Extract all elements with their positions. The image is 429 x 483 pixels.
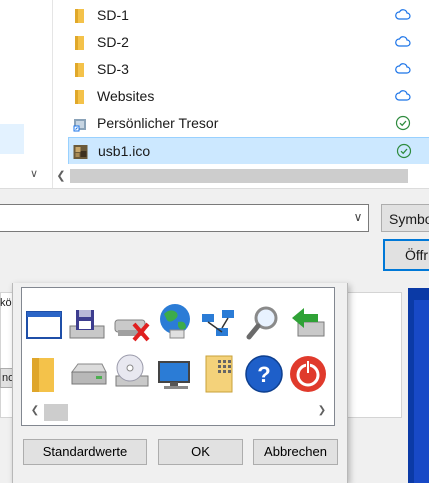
dialog-footer	[0, 188, 429, 283]
folder-icon	[75, 63, 84, 77]
hard-drive-icon[interactable]	[68, 354, 108, 394]
file-name: usb1.ico	[98, 143, 151, 159]
cloud-icon	[395, 36, 411, 47]
file-name: SD-3	[97, 61, 129, 77]
file-type-filter-button[interactable]: Symbo	[381, 204, 429, 232]
restore-defaults-button[interactable]: Standardwerte	[23, 439, 147, 465]
scrollbar-thumb[interactable]	[70, 169, 408, 183]
power-icon[interactable]	[288, 354, 328, 394]
document-grid-icon[interactable]	[200, 354, 240, 394]
chevron-down-icon[interactable]: ∨	[351, 210, 365, 224]
disconnected-drive-icon[interactable]	[112, 304, 152, 344]
check-icon	[395, 115, 411, 131]
file-row-usb1-ico[interactable]: usb1.ico	[68, 137, 429, 166]
open-button[interactable]: Öffr	[383, 239, 429, 271]
folder-icon	[75, 9, 84, 23]
cd-drive-icon[interactable]	[112, 352, 152, 392]
file-row-websites[interactable]: Websites	[68, 83, 429, 110]
icon-scrollbar-thumb[interactable]	[44, 404, 68, 421]
scroll-left-arrow[interactable]: ❮	[53, 168, 69, 184]
file-list-horizontal-scrollbar[interactable]: ❮	[53, 164, 429, 188]
navigation-pane[interactable]	[0, 0, 52, 188]
background-blue-inner	[414, 300, 429, 483]
cancel-button[interactable]: Abbrechen	[253, 439, 338, 465]
file-row-personal-vault[interactable]: Persönlicher Tresor	[68, 110, 429, 137]
file-name: Persönlicher Tresor	[97, 115, 219, 131]
cloud-icon	[395, 90, 411, 101]
help-icon[interactable]: ?	[244, 354, 284, 394]
folder-icon	[75, 36, 84, 50]
filename-combobox[interactable]	[0, 204, 369, 232]
magnifier-icon[interactable]	[244, 304, 284, 344]
monitor-icon[interactable]	[156, 354, 196, 394]
window-icon[interactable]	[24, 304, 64, 344]
file-row-sd-3[interactable]: SD-3	[68, 56, 429, 83]
icon-scroll-right-arrow[interactable]: ❯	[315, 404, 329, 418]
cloud-icon	[395, 63, 411, 74]
folder-icon	[75, 90, 84, 104]
folder-icon[interactable]	[24, 354, 64, 394]
network-icon[interactable]	[200, 304, 240, 344]
cloud-icon	[395, 9, 411, 20]
file-row-sd-2[interactable]: SD-2	[68, 29, 429, 56]
background-label: kö	[0, 297, 12, 309]
navigation-scroll-down-arrow[interactable]: ∨	[27, 167, 41, 181]
check-icon	[396, 143, 412, 159]
file-name: SD-2	[97, 34, 129, 50]
svg-text:?: ?	[257, 362, 270, 387]
vault-shortcut-icon	[73, 119, 86, 132]
icon-list[interactable]: ?	[21, 287, 335, 426]
file-row-sd-1[interactable]: SD-1	[68, 2, 429, 29]
file-name: SD-1	[97, 7, 129, 23]
green-arrow-icon[interactable]	[288, 304, 328, 344]
icon-scroll-left-arrow[interactable]: ❮	[28, 404, 42, 418]
network-globe-icon[interactable]	[156, 302, 196, 342]
navigation-pane-selection[interactable]	[0, 124, 24, 154]
floppy-drive-icon[interactable]	[68, 304, 108, 344]
file-list[interactable]: SD-1 SD-2 SD-3 Websites Persönlicher Tre…	[53, 0, 429, 166]
ok-button[interactable]: OK	[158, 439, 243, 465]
file-name: Websites	[97, 88, 155, 104]
ico-file-icon	[73, 145, 88, 159]
